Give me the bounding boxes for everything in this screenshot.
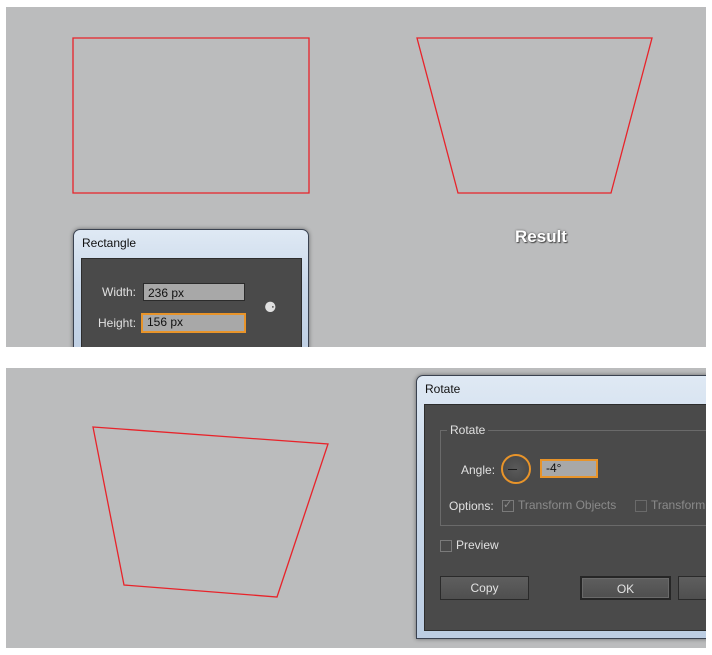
- cancel-button[interactable]: [678, 576, 706, 600]
- result-label: Result: [515, 227, 567, 246]
- rectangle-dialog-body: Width: 236 px Height: 156 px ⚈: [81, 258, 302, 347]
- transform-patterns-label: Transform: [651, 498, 706, 512]
- ok-button[interactable]: OK: [580, 576, 671, 600]
- rotate-dialog: Rotate Rotate Angle: -4° Options: Transf…: [416, 375, 706, 639]
- bottom-canvas-panel: Rotate Rotate Angle: -4° Options: Transf…: [6, 368, 706, 648]
- height-label: Height:: [98, 316, 137, 330]
- width-label: Width:: [102, 285, 137, 299]
- height-field[interactable]: 156 px: [141, 313, 246, 333]
- rectangle-dialog: Rectangle Width: 236 px Height: 156 px ⚈: [73, 229, 309, 347]
- preview-checkbox[interactable]: [440, 540, 452, 552]
- options-label: Options:: [449, 499, 494, 513]
- result-trapezoid-shape[interactable]: [416, 37, 653, 194]
- original-rectangle-shape[interactable]: [72, 37, 310, 194]
- angle-label: Angle:: [461, 463, 496, 477]
- transform-objects-label: Transform Objects: [518, 498, 617, 512]
- rotated-trapezoid-shape[interactable]: [92, 426, 329, 598]
- angle-field[interactable]: -4°: [540, 459, 598, 478]
- constrain-proportions-icon[interactable]: ⚈: [264, 299, 277, 316]
- transform-objects-checkbox[interactable]: [502, 498, 514, 512]
- transform-patterns-checkbox[interactable]: [635, 500, 647, 512]
- top-canvas-panel: Result Rectangle Width: 236 px Height: 1…: [6, 7, 706, 347]
- rectangle-dialog-title: Rectangle: [82, 236, 137, 250]
- rotate-group-title: Rotate: [447, 423, 489, 437]
- copy-button[interactable]: Copy: [440, 576, 529, 600]
- width-field[interactable]: 236 px: [143, 283, 245, 301]
- preview-label: Preview: [456, 538, 499, 552]
- rotate-dialog-title: Rotate: [425, 382, 461, 396]
- rotate-dialog-body: Rotate Angle: -4° Options: Transform Obj…: [424, 404, 706, 631]
- angle-dial-icon[interactable]: [501, 454, 531, 484]
